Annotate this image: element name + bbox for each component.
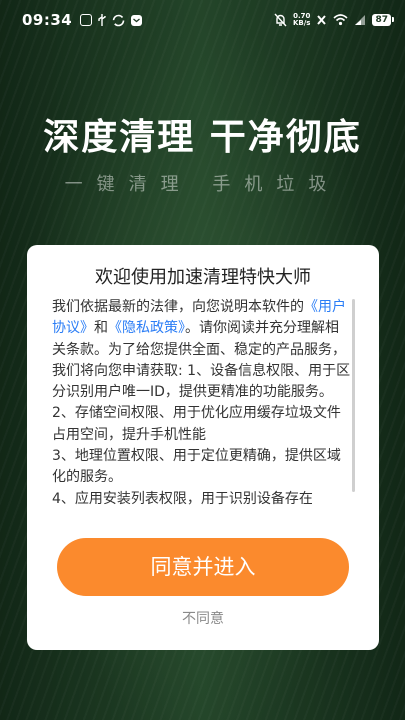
status-time: 09:34	[22, 11, 73, 29]
dialog-scrollbar[interactable]	[352, 299, 355, 492]
promo-subline: 一键清理 手机垃圾	[64, 174, 341, 195]
body-paragraph-3: 3、地理位置权限、用于定位更精确，提供区域化的服务。	[52, 448, 341, 486]
status-bar: 09:34 0.70 KB/s 87	[0, 0, 405, 40]
notification-square-icon	[80, 14, 93, 26]
dialog-body-scroll[interactable]: 我们依据最新的法律，向您说明本软件的《用户协议》和《隐私政策》。请你阅读并充分理…	[52, 297, 352, 517]
dialog-body-text: 我们依据最新的法律，向您说明本软件的《用户协议》和《隐私政策》。请你阅读并充分理…	[52, 297, 352, 510]
body-intro: 我们依据最新的法律，向您说明本软件的	[52, 299, 304, 315]
body-paragraph-4: 4、应用安装列表权限，用于识别设备存在	[52, 490, 313, 507]
body-and: 和	[94, 320, 108, 337]
no-sim-icon	[317, 15, 327, 25]
dialog-title: 欢迎使用加速清理特快大师	[95, 267, 311, 288]
signal-icon	[355, 15, 366, 25]
status-left-icons	[80, 13, 143, 27]
agree-button[interactable]: 同意并进入	[57, 538, 349, 596]
battery-icon: 87	[372, 14, 394, 26]
message-icon	[131, 14, 143, 26]
promo-headline: 深度清理 干净彻底	[43, 117, 362, 158]
usb-icon	[98, 14, 106, 26]
body-paragraph-2: 2、存储空间权限、用于优化应用缓存垃圾文件占用空间，提升手机性能	[52, 405, 341, 443]
privacy-policy-link[interactable]: 《隐私政策》	[108, 320, 185, 336]
privacy-dialog: 欢迎使用加速清理特快大师 我们依据最新的法律，向您说明本软件的《用户协议》和《隐…	[27, 245, 379, 650]
mute-bell-icon	[274, 13, 287, 27]
sync-icon	[112, 14, 125, 26]
network-speed-unit: KB/s	[292, 19, 311, 27]
disagree-button[interactable]: 不同意	[27, 608, 379, 628]
network-speed: 0.70 KB/s	[293, 13, 310, 27]
wifi-icon	[333, 14, 349, 26]
status-right-icons: 0.70 KB/s 87	[274, 13, 394, 27]
